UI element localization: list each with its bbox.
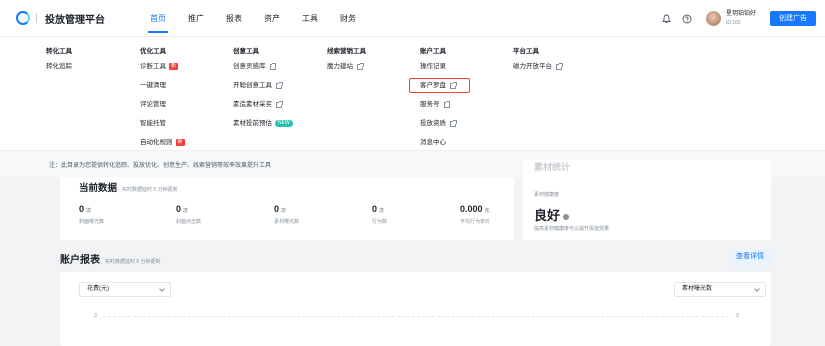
brand-title: 投放管理平台: [45, 14, 105, 26]
left-axis-tick: 3: [94, 313, 97, 319]
user-id: ID:100: [725, 19, 741, 26]
menu-col-leads: 线索营销工具 魔力建站: [327, 45, 417, 76]
menu-col-title: 创意工具: [233, 48, 259, 55]
right-metric-select[interactable]: 素材曝光数: [674, 282, 766, 297]
nav-item-tools[interactable]: 工具: [291, 0, 329, 37]
external-link-icon: [443, 101, 450, 108]
top-navbar: 投放管理平台 首页 推广 报表 资产 工具 财务 星玥铂铂好 ID:100 创建…: [0, 0, 825, 37]
logo-divider: [36, 13, 37, 23]
stat-material-impressions: 0次 素材曝光数: [274, 204, 300, 225]
report-chart-card: 花费(元) 素材曝光数 3 3: [60, 272, 771, 346]
nav-item-finance[interactable]: 财务: [329, 0, 367, 37]
update-note: 实时数据延时 5 分钟更新: [105, 259, 161, 265]
menu-col-optimize: 优化工具 诊断工具新 一键清理 评论管理 智能托管 自动化规则新: [140, 45, 230, 152]
update-note: 实时数据延时 5 分钟更新: [122, 187, 178, 193]
tools-mega-menu: 转化工具 转化追踪 优化工具 诊断工具新 一键清理 评论管理 智能托管 自动化规…: [0, 37, 825, 150]
menu-item-smart-hosting[interactable]: 智能托管: [140, 114, 230, 133]
menu-item-material-purchase[interactable]: 素造素材采买: [233, 95, 323, 114]
stat-actions: 0次 行为数: [372, 204, 388, 225]
menu-item-service-account[interactable]: 服务号: [420, 95, 510, 114]
new-badge: NEW: [275, 120, 293, 127]
external-link-icon: [276, 101, 283, 108]
new-badge: 新: [169, 63, 179, 70]
highlight-box: [409, 78, 470, 93]
menu-col-title: 转化工具: [46, 48, 72, 55]
menu-col-title: 平台工具: [513, 48, 539, 55]
menu-col-title: 优化工具: [140, 48, 166, 55]
view-details-button[interactable]: 查看详情: [729, 249, 771, 265]
menu-item-creative-library[interactable]: 创意灵感库: [233, 57, 323, 76]
external-link-icon: [450, 120, 457, 127]
material-stats-card: 素材统计 素材健康度 良好 提高素材健康度可以提升投放效果: [523, 160, 771, 240]
left-metric-select[interactable]: 花费(元): [79, 282, 171, 297]
menu-col-account: 账户工具 操作记录 客户罗盘 服务号 投放资质 消息中心: [420, 45, 510, 152]
menu-col-title: 账户工具: [420, 48, 446, 55]
menu-col-title: 线索营销工具: [327, 48, 366, 55]
nav-item-home[interactable]: 首页: [139, 0, 177, 37]
brand-logo[interactable]: 投放管理平台: [16, 11, 105, 26]
menu-item-ad-qualification[interactable]: 投放资质: [420, 114, 510, 133]
menu-item-diagnosis[interactable]: 诊断工具新: [140, 57, 230, 76]
current-data-card: 当前数据 实时数据延时 5 分钟更新 0次 封面曝光数 0次 封面点击数 0次 素…: [60, 177, 514, 240]
logo-icon: [16, 11, 30, 25]
help-icon[interactable]: [682, 14, 692, 24]
chevron-down-icon: [159, 286, 165, 292]
stat-cover-impressions: 0次 封面曝光数: [79, 204, 105, 225]
external-link-icon: [357, 63, 364, 70]
user-name: 星玥铂铂好: [725, 10, 756, 17]
menu-item-magic-site[interactable]: 魔力建站: [327, 57, 417, 76]
account-report-header: 账户报表 实时数据延时 5 分钟更新 查看详情: [60, 249, 771, 266]
nav-item-reports[interactable]: 报表: [215, 0, 253, 37]
chart-gridline: [103, 316, 729, 317]
current-data-title: 当前数据 实时数据延时 5 分钟更新: [79, 183, 178, 194]
material-health-value: 良好: [534, 205, 570, 224]
main-nav: 首页 推广 报表 资产 工具 财务: [139, 0, 367, 37]
stat-cover-clicks: 0次 封面点击数: [176, 204, 202, 225]
menu-item-one-click-clean[interactable]: 一键清理: [140, 76, 230, 95]
header-right: 星玥铂铂好 ID:100 创建广告: [662, 0, 825, 37]
menu-item-conversion-tracking[interactable]: 转化追踪: [46, 57, 136, 76]
nav-item-promote[interactable]: 推广: [177, 0, 215, 37]
new-badge: 新: [175, 139, 185, 146]
menu-item-creative-tool[interactable]: 开聪创意工具: [233, 76, 323, 95]
external-link-icon: [269, 63, 276, 70]
bell-icon[interactable]: [662, 14, 672, 24]
menu-item-operation-log[interactable]: 操作记录: [420, 57, 510, 76]
menu-col-platform: 平台工具 磁力开放平台: [513, 45, 603, 76]
menu-col-creative: 创意工具 创意灵感库 开聪创意工具 素造素材采买 素材投前预估 NEW: [233, 45, 323, 133]
info-icon[interactable]: [563, 213, 570, 220]
material-health-tip: 提高素材健康度可以提升投放效果: [534, 226, 610, 232]
material-health-label: 素材健康度: [534, 192, 560, 198]
right-axis-tick: 3: [736, 313, 739, 319]
menu-col-conversion: 转化工具 转化追踪: [46, 45, 136, 76]
nav-item-assets[interactable]: 资产: [253, 0, 291, 37]
create-ad-button[interactable]: 创建广告: [770, 11, 816, 26]
report-title: 账户报表 实时数据延时 5 分钟更新: [60, 255, 161, 266]
external-link-icon: [276, 82, 283, 89]
menu-item-material-forecast[interactable]: 素材投前预估 NEW: [233, 114, 323, 133]
user-info[interactable]: 星玥铂铂好 ID:100: [726, 10, 756, 28]
material-title: 素材统计: [534, 162, 571, 172]
menu-item-open-platform[interactable]: 磁力开放平台: [513, 57, 603, 76]
avatar[interactable]: [705, 11, 721, 26]
chevron-down-icon: [754, 286, 760, 292]
external-link-icon: [556, 63, 563, 70]
menu-item-comment-manage[interactable]: 评论管理: [140, 95, 230, 114]
